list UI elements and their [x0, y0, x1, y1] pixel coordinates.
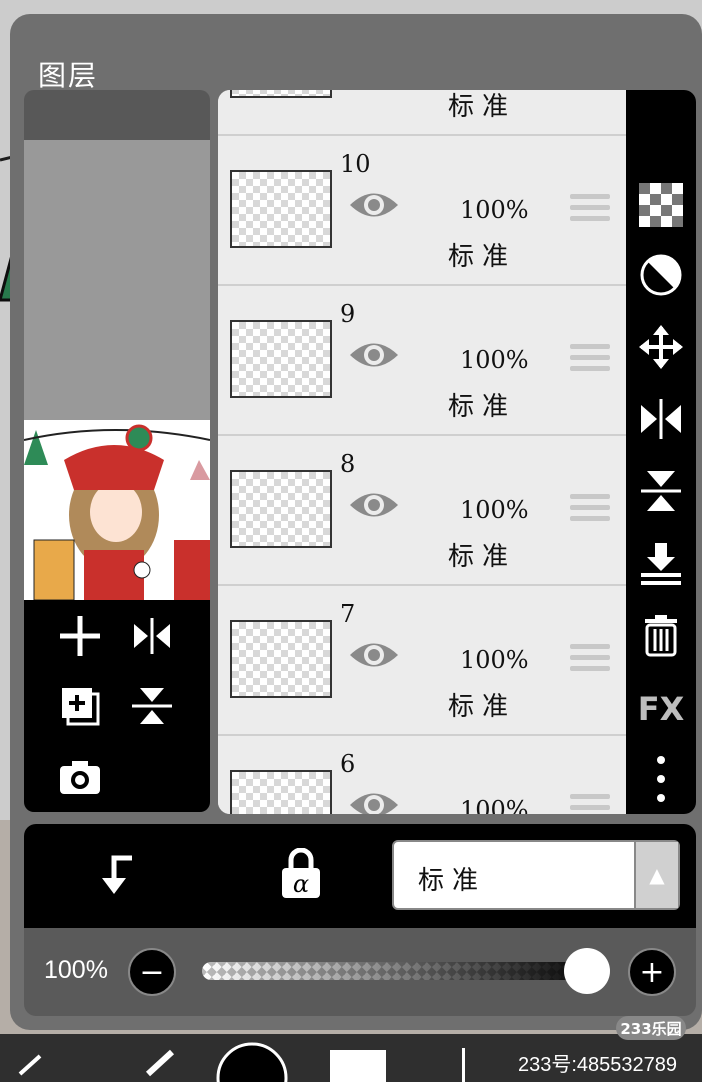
- layer-opacity: 100%: [460, 496, 529, 524]
- duplicate-layer-button[interactable]: [52, 678, 108, 734]
- layer-number: 6: [340, 750, 356, 778]
- merge-down-button[interactable]: [636, 538, 686, 588]
- layer-number: 9: [340, 300, 356, 328]
- opacity-decrease-button[interactable]: −: [128, 948, 176, 996]
- layer-thumbnail: [230, 620, 332, 698]
- camera-icon: [60, 761, 100, 794]
- visibility-eye-icon[interactable]: [348, 636, 400, 674]
- layer-thumbnail: [230, 470, 332, 548]
- layer-thumbnail: [230, 90, 332, 98]
- blend-mode-value: 标准: [418, 866, 487, 896]
- thumbnail-artwork: [24, 420, 210, 600]
- layer-row-7[interactable]: 7 100% 标准: [218, 586, 626, 736]
- dialog-title: 图层: [38, 59, 99, 92]
- trash-icon: [645, 615, 677, 657]
- layer-row[interactable]: 标准: [218, 90, 626, 136]
- blend-mode-select[interactable]: 标准 ▲: [392, 840, 680, 910]
- layer-row-6[interactable]: 6 100%: [218, 736, 626, 814]
- watermark-id: 233号:485532789: [518, 1054, 678, 1076]
- merge-down-icon: [641, 543, 681, 585]
- add-layer-button[interactable]: [52, 608, 108, 664]
- flip-layer-horizontal-button[interactable]: [636, 394, 686, 444]
- opacity-value: 100%: [44, 956, 108, 984]
- flip-horizontal-icon: [134, 618, 170, 654]
- layer-tools-panel: [24, 600, 210, 812]
- svg-text:α: α: [293, 870, 309, 898]
- layer-blend-mode: 标准: [448, 92, 517, 122]
- move-layer-button[interactable]: [636, 322, 686, 372]
- layer-thumbnail: [230, 320, 332, 398]
- camera-button[interactable]: [52, 750, 108, 806]
- visibility-eye-icon[interactable]: [348, 186, 400, 224]
- checkerboard-icon: [639, 183, 683, 227]
- layer-blend-mode: 标准: [448, 392, 517, 422]
- canvas-thumbnail[interactable]: [24, 420, 210, 600]
- flip-v-icon: [641, 471, 681, 511]
- layer-blend-mode: 标准: [448, 242, 517, 272]
- flip-h-icon: [641, 399, 681, 439]
- opacity-bar: 100% − +: [24, 928, 696, 1016]
- clip-to-below-button[interactable]: [92, 850, 142, 900]
- fx-label: FX: [637, 690, 685, 728]
- duplicate-icon: [62, 688, 100, 726]
- layer-opacity: 100%: [460, 646, 529, 674]
- alpha-lock-button[interactable]: α: [276, 847, 326, 900]
- dropdown-arrow-icon: ▲: [634, 842, 678, 908]
- more-options-button[interactable]: [636, 754, 686, 804]
- layers-list[interactable]: 标准 10 100% 标准 9 100% 标准 8 100% 标准 7 100%…: [218, 90, 626, 814]
- opacity-slider-knob[interactable]: [564, 948, 610, 994]
- flip-vertical-icon: [132, 688, 172, 724]
- opacity-slider-track[interactable]: [202, 962, 602, 980]
- flip-horizontal-button[interactable]: [124, 608, 180, 664]
- layer-blend-mode: 标准: [448, 542, 517, 572]
- clipping-button[interactable]: [636, 250, 686, 300]
- layer-number: 10: [340, 150, 371, 178]
- layer-opacity: 100%: [460, 796, 529, 814]
- layer-opacity: 100%: [460, 196, 529, 224]
- layer-blend-mode: 标准: [448, 692, 517, 722]
- visibility-eye-icon[interactable]: [348, 336, 400, 374]
- visibility-eye-icon[interactable]: [348, 486, 400, 524]
- fx-button[interactable]: FX: [636, 684, 686, 734]
- layer-thumbnail: [230, 770, 332, 814]
- plus-icon: [60, 616, 100, 656]
- circle-half-icon: [640, 254, 682, 296]
- drag-handle-icon[interactable]: [570, 344, 610, 374]
- more-icon: [657, 756, 665, 802]
- opacity-increase-button[interactable]: +: [628, 948, 676, 996]
- move-icon: [639, 325, 683, 369]
- layer-opacity: 100%: [460, 346, 529, 374]
- drag-handle-icon[interactable]: [570, 644, 610, 674]
- layer-number: 7: [340, 600, 356, 628]
- drag-handle-icon[interactable]: [570, 494, 610, 524]
- layer-row-8[interactable]: 8 100% 标准: [218, 436, 626, 586]
- layer-row-10[interactable]: 10 100% 标准: [218, 136, 626, 286]
- watermark-badge: 233乐园: [616, 1016, 686, 1040]
- new-checker-layer-button[interactable]: [636, 180, 686, 230]
- flip-layer-vertical-button[interactable]: [636, 466, 686, 516]
- layer-row-9[interactable]: 9 100% 标准: [218, 286, 626, 436]
- layer-actions-rail: FX: [626, 90, 696, 814]
- layer-number: 8: [340, 450, 356, 478]
- alpha-lock-icon: α: [282, 847, 320, 898]
- layer-control-bar: α 标准 ▲: [24, 824, 696, 928]
- delete-layer-button[interactable]: [636, 610, 686, 660]
- flip-vertical-button[interactable]: [124, 678, 180, 734]
- clip-arrow-icon: [102, 855, 132, 894]
- visibility-eye-icon[interactable]: [348, 786, 400, 814]
- drag-handle-icon[interactable]: [570, 194, 610, 224]
- layer-thumbnail: [230, 170, 332, 248]
- drag-handle-icon[interactable]: [570, 794, 610, 814]
